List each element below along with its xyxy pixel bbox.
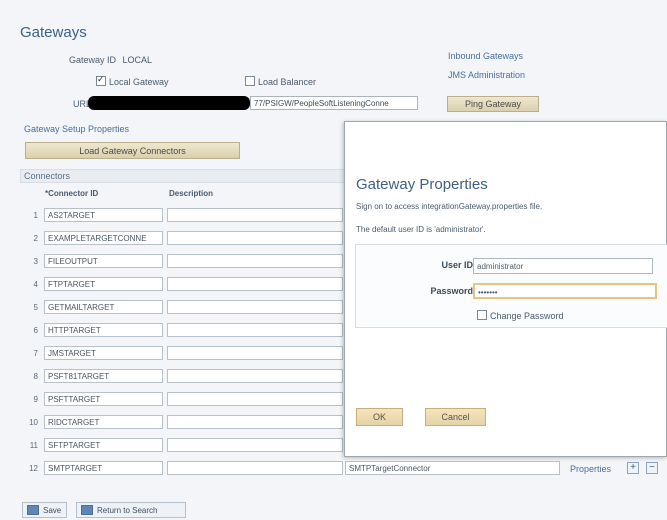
row-number: 8 [33,372,38,381]
gateway-properties-dialog: Gateway Properties Sign on to access int… [344,121,667,457]
description-field[interactable] [167,415,343,429]
description-field[interactable] [167,208,343,222]
connector-id-field[interactable]: JMSTARGET [44,346,163,360]
dialog-instruction-2: The default user ID is 'administrator'. [356,225,486,234]
description-field[interactable] [167,254,343,268]
connector-name-field[interactable]: SMTPTargetConnector [345,461,560,475]
gateway-id-label-text: Gateway ID [69,55,117,65]
jms-administration-link[interactable]: JMS Administration [448,70,525,80]
connector-id-field[interactable]: FTPTARGET [44,277,163,291]
inbound-gateways-link[interactable]: Inbound Gateways [448,51,523,61]
connectors-title: Connectors [24,171,71,181]
local-gateway-checkbox[interactable] [96,74,106,86]
user-id-label: User ID [441,260,473,270]
url-field[interactable]: 77/PSIGW/PeopleSoftListeningConne [250,96,418,110]
load-balancer-label: Load Balancer [258,77,317,87]
load-balancer-option[interactable]: Load Balancer [245,76,316,87]
dialog-title: Gateway Properties [356,176,488,193]
connector-id-field[interactable]: HTTPTARGET [44,323,163,337]
description-field[interactable] [167,369,343,383]
description-field[interactable] [167,323,343,337]
row-number: 7 [33,349,38,358]
change-password-option[interactable]: Change Password [477,310,564,321]
row-number: 1 [33,211,38,220]
dialog-instruction-1: Sign on to access integrationGateway.pro… [356,202,543,211]
password-input[interactable]: ••••••• [473,283,657,299]
redacted-url-prefix [88,96,250,110]
row-number: 11 [29,441,38,450]
cancel-button[interactable]: Cancel [425,408,486,426]
connector-id-field[interactable]: SFTPTARGET [44,438,163,452]
row-number: 6 [33,326,38,335]
connector-id-field[interactable]: RIDCTARGET [44,415,163,429]
gateway-id-value: LOCAL [122,55,153,65]
description-field[interactable] [167,438,343,452]
description-field[interactable] [167,392,343,406]
save-button[interactable]: Save [22,502,67,518]
local-gateway-label: Local Gateway [109,77,169,87]
row-number: 3 [33,257,38,266]
save-label: Save [43,505,62,515]
return-icon [81,505,93,515]
row-number: 10 [29,418,38,427]
connector-id-field[interactable]: PSFTTARGET [44,392,163,406]
connector-id-field[interactable]: GETMAILTARGET [44,300,163,314]
description-column-header: Description [169,189,214,198]
gateway-id-label: Gateway ID LOCAL [69,55,152,65]
change-password-checkbox[interactable] [477,310,487,320]
load-gateway-connectors-button[interactable]: Load Gateway Connectors [25,142,240,159]
user-id-input[interactable]: administrator [473,258,653,274]
ping-gateway-button[interactable]: Ping Gateway [447,96,539,112]
description-field[interactable] [167,346,343,360]
ok-button[interactable]: OK [356,408,403,426]
row-number: 5 [33,303,38,312]
load-balancer-checkbox[interactable] [245,76,255,86]
connector-id-field[interactable]: SMTPTARGET [44,461,163,475]
add-row-button[interactable]: + [627,462,639,474]
connector-id-field[interactable]: PSFT81TARGET [44,369,163,383]
page-title: Gateways [20,24,87,41]
save-icon [27,505,39,515]
gateways-page: Gateways Gateway ID LOCAL Local Gateway … [0,0,667,520]
description-field[interactable] [167,231,343,245]
description-field[interactable] [167,461,343,475]
row-number: 2 [33,234,38,243]
row-number: 12 [29,464,38,473]
return-to-search-label: Return to Search [97,505,158,515]
connector-id-field[interactable]: FILEOUTPUT [44,254,163,268]
local-gateway-option[interactable]: Local Gateway [96,74,169,87]
row-number: 9 [33,395,38,404]
description-field[interactable] [167,277,343,291]
remove-row-button[interactable]: − [646,462,658,474]
return-to-search-button[interactable]: Return to Search [76,502,186,518]
password-label: Password [430,286,473,296]
description-field[interactable] [167,300,343,314]
row-number: 4 [33,280,38,289]
connector-id-column-header: *Connector ID [45,189,99,198]
connector-id-field[interactable]: AS2TARGET [44,208,163,222]
change-password-label: Change Password [490,311,564,321]
connector-id-field[interactable]: EXAMPLETARGETCONNE [44,231,163,245]
gateway-setup-properties-link[interactable]: Gateway Setup Properties [24,124,129,134]
properties-link[interactable]: Properties [570,464,611,474]
